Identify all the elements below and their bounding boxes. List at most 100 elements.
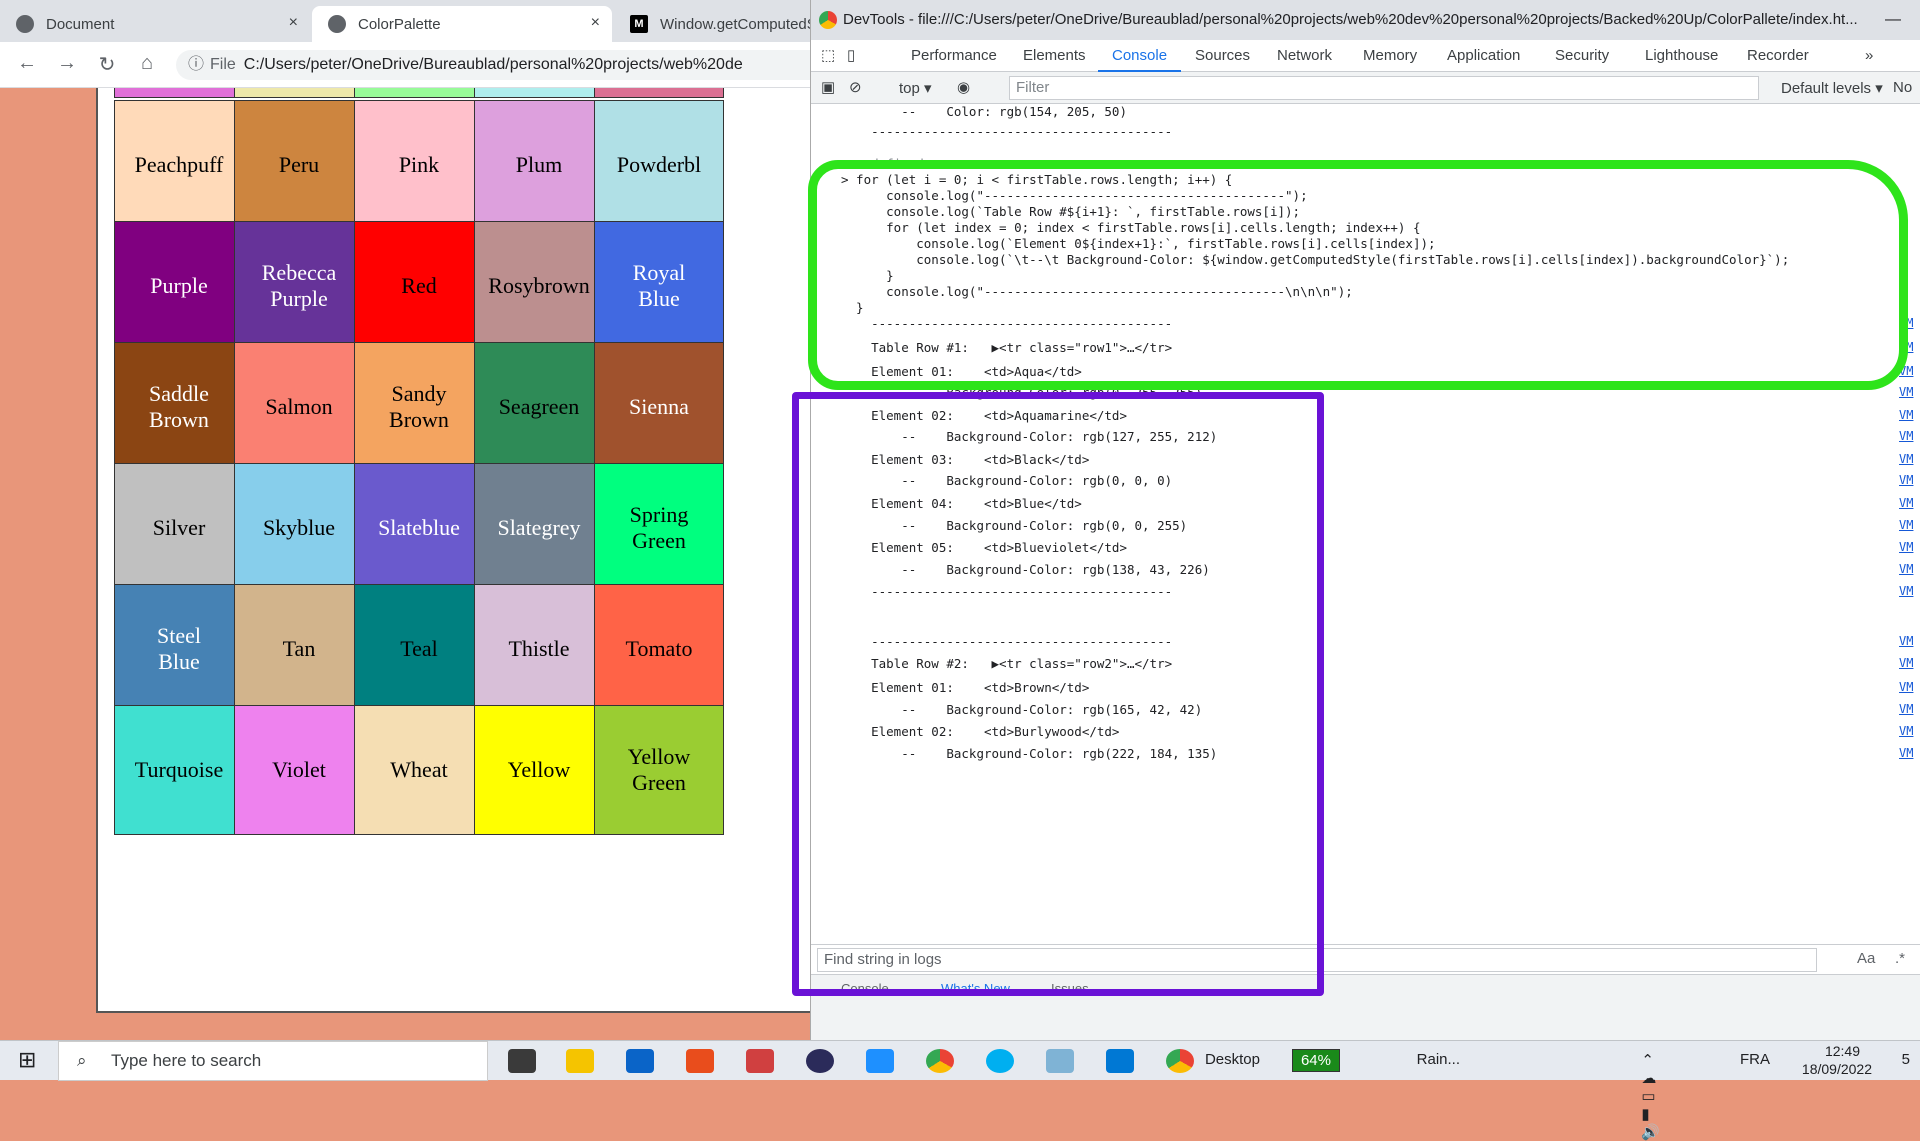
more-tabs-icon[interactable]: »	[1865, 40, 1873, 72]
url-field[interactable]: ⓘ File C:/Users/peter/OneDrive/Bureaublad/…	[176, 50, 836, 80]
source-link[interactable]: VM	[1899, 316, 1920, 330]
find-input[interactable]: Find string in logs	[817, 948, 1817, 972]
color-cell: Steel Blue	[114, 584, 244, 714]
source-link[interactable]: VM	[1899, 340, 1920, 354]
console-line: }	[841, 300, 864, 315]
tab-memory[interactable]: Memory	[1363, 40, 1417, 72]
source-link[interactable]: VM	[1899, 746, 1920, 760]
taskbar-search[interactable]: ⌕ Type here to search	[58, 1041, 488, 1081]
chrome-icon	[819, 11, 837, 29]
eye-icon[interactable]: ◉	[957, 78, 970, 96]
eclipse-icon[interactable]	[806, 1049, 834, 1073]
color-palette-table: Peachpuff Peru Pink Plum Powderbl Purple Rebec…	[96, 88, 810, 1013]
windows-start-icon[interactable]: ⊞	[18, 1047, 36, 1073]
mail-icon[interactable]	[626, 1049, 654, 1073]
console-line: }	[841, 268, 894, 283]
devtools-title: DevTools - file:///C:/Users/peter/OneDri…	[843, 11, 1858, 28]
source-link[interactable]: VM	[1899, 518, 1920, 532]
chrome-taskbar-icon[interactable]	[926, 1049, 954, 1073]
inspect-icon[interactable]: ⬚	[821, 40, 835, 72]
source-link[interactable]: VM	[1899, 584, 1920, 598]
regex-icon[interactable]: .*	[1895, 950, 1905, 967]
tab-recorder[interactable]: Recorder	[1747, 40, 1809, 72]
tab-network[interactable]: Network	[1277, 40, 1332, 72]
color-cell: Purple	[114, 221, 244, 351]
color-cell: Turquoise	[114, 705, 244, 835]
tab-security[interactable]: Security	[1555, 40, 1609, 72]
tab-console[interactable]: Console	[1098, 40, 1182, 72]
close-icon[interactable]: ×	[591, 14, 600, 32]
weather-label[interactable]: Rain...	[1417, 1051, 1460, 1068]
tab-colorpalette[interactable]: ColorPalette ×	[312, 6, 612, 42]
calculator-icon[interactable]	[866, 1049, 894, 1073]
console-line: Table Row #1: ▶<tr class="row1">…</tr>	[841, 340, 1173, 355]
device-toolbar-icon[interactable]: ▯	[847, 40, 855, 72]
tab-getcomputedstyle[interactable]: M Window.getComputedS	[614, 6, 817, 42]
color-cell: Tan	[234, 584, 364, 714]
home-icon[interactable]: ⌂	[134, 52, 160, 75]
context-select[interactable]: top ▾	[899, 79, 932, 97]
source-link[interactable]: VM	[1899, 702, 1920, 716]
skype-icon[interactable]	[986, 1049, 1014, 1073]
console-line: console.log(`\t--\t Background-Color: ${…	[841, 252, 1790, 267]
clock-date[interactable]: 18/09/2022	[1802, 1061, 1872, 1077]
chrome-taskbar-icon-2[interactable]	[1166, 1049, 1194, 1073]
tab-lighthouse[interactable]: Lighthouse	[1645, 40, 1718, 72]
file-explorer-icon[interactable]	[566, 1049, 594, 1073]
clear-console-icon[interactable]: ⊘	[849, 78, 862, 96]
vscode-icon[interactable]	[1106, 1049, 1134, 1073]
tray-icons[interactable]: ⌃ ☁ ▭ ▮ 🔊	[1641, 1051, 1660, 1141]
log-levels-select[interactable]: Default levels ▾	[1781, 79, 1883, 97]
reload-icon[interactable]: ↻	[94, 52, 120, 77]
tab-performance[interactable]: Performance	[911, 40, 997, 72]
source-link[interactable]: VM	[1899, 562, 1920, 576]
source-link[interactable]: VM	[1899, 429, 1920, 443]
console-line: -- Color: rgb(154, 205, 50)	[841, 104, 1127, 119]
snipping-tool-icon[interactable]	[746, 1049, 774, 1073]
color-cell: Wheat	[354, 705, 484, 835]
tab-sources[interactable]: Sources	[1195, 40, 1250, 72]
color-cell: Thistle	[474, 584, 604, 714]
color-cell: Red	[354, 221, 484, 351]
back-icon[interactable]: ←	[14, 52, 40, 75]
match-case-icon[interactable]: Aa	[1857, 950, 1875, 967]
desktop-label[interactable]: Desktop	[1205, 1051, 1260, 1068]
color-cell: Rebecca Purple	[234, 221, 364, 351]
color-cell: Rosybrown	[474, 221, 604, 351]
filter-input[interactable]: Filter	[1009, 76, 1759, 100]
source-link[interactable]: VM	[1899, 364, 1920, 378]
color-cell-partial	[474, 88, 604, 98]
tab-document[interactable]: Document ×	[0, 6, 310, 42]
color-cell: Pink	[354, 100, 484, 230]
minimize-icon[interactable]: —	[1885, 0, 1901, 40]
drawer-tab-whats-new[interactable]: What's New	[941, 981, 1010, 996]
notepad-icon[interactable]	[1046, 1049, 1074, 1073]
task-view-icon[interactable]	[508, 1049, 536, 1073]
address-bar: ← → ↻ ⌂ ⓘ File C:/Users/peter/OneDrive/Bur…	[0, 42, 836, 88]
clock-time[interactable]: 12:49	[1825, 1043, 1860, 1059]
forward-icon[interactable]: →	[54, 52, 80, 75]
language-label[interactable]: FRA	[1740, 1051, 1770, 1068]
console-line: ----------------------------------------	[841, 316, 1173, 331]
source-link[interactable]: VM	[1899, 724, 1920, 738]
source-link[interactable]: VM	[1899, 408, 1920, 422]
source-link[interactable]: VM	[1899, 634, 1920, 648]
source-link[interactable]: VM	[1899, 473, 1920, 487]
sidebar-toggle-icon[interactable]: ▣	[821, 78, 835, 96]
drawer-tab-issues[interactable]: Issues	[1051, 981, 1089, 996]
tab-application[interactable]: Application	[1447, 40, 1520, 72]
office-icon[interactable]	[686, 1049, 714, 1073]
color-cell-partial	[354, 88, 484, 98]
battery-widget[interactable]: 64%	[1291, 1049, 1340, 1072]
source-link[interactable]: VM	[1899, 540, 1920, 554]
drawer-tab-console[interactable]: Console	[841, 981, 889, 996]
source-link[interactable]: VM	[1899, 452, 1920, 466]
source-link[interactable]: VM	[1899, 656, 1920, 670]
notification-icon[interactable]: 5	[1902, 1051, 1910, 1068]
source-link[interactable]: VM	[1899, 385, 1920, 399]
source-link[interactable]: VM	[1899, 496, 1920, 510]
console-toolbar: ▣ ⊘ top ▾ ◉ Filter Default levels ▾ No	[811, 72, 1920, 104]
tab-elements[interactable]: Elements	[1023, 40, 1086, 72]
close-icon[interactable]: ×	[289, 14, 298, 32]
source-link[interactable]: VM	[1899, 680, 1920, 694]
